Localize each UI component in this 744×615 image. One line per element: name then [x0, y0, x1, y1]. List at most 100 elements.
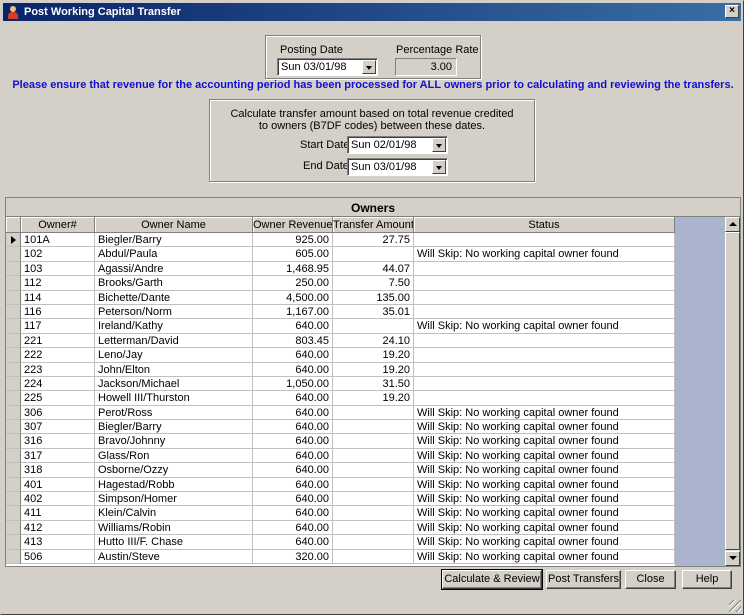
cell-owner-number[interactable]: 116: [21, 304, 95, 320]
close-button[interactable]: Close: [625, 570, 676, 589]
cell-owner-revenue[interactable]: 640.00: [253, 535, 333, 550]
row-selector[interactable]: [6, 463, 21, 478]
table-row[interactable]: 222 Leno/Jay 640.00 19.20: [6, 348, 675, 363]
cell-owner-number[interactable]: 114: [21, 290, 95, 305]
cell-status[interactable]: [414, 376, 675, 392]
cell-owner-revenue[interactable]: 640.00: [253, 362, 333, 377]
cell-owner-number[interactable]: 112: [21, 276, 95, 291]
table-row[interactable]: 306 Perot/Ross 640.00 Will Skip: No working…: [6, 405, 675, 421]
row-selector[interactable]: [6, 448, 21, 464]
row-selector[interactable]: [6, 276, 21, 291]
row-selector[interactable]: [6, 319, 21, 334]
table-row[interactable]: 112 Brooks/Garth 250.00 7.50: [6, 276, 675, 291]
cell-owner-number[interactable]: 412: [21, 520, 95, 536]
cell-owner-revenue[interactable]: 640.00: [253, 506, 333, 521]
cell-owner-name[interactable]: Letterman/David: [95, 333, 253, 349]
cell-owner-number[interactable]: 224: [21, 376, 95, 392]
table-row[interactable]: 101A Biegler/Barry 925.00 27.75: [6, 233, 675, 248]
column-header-owner-revenue[interactable]: Owner Revenue: [253, 217, 333, 233]
cell-status[interactable]: Will Skip: No working capital owner foun…: [414, 247, 675, 262]
cell-transfer-amount[interactable]: [333, 549, 414, 564]
cell-status[interactable]: Will Skip: No working capital owner foun…: [414, 477, 675, 493]
cell-transfer-amount[interactable]: [333, 506, 414, 521]
post-transfers-button[interactable]: Post Transfers: [546, 570, 621, 589]
cell-owner-name[interactable]: Peterson/Norm: [95, 304, 253, 320]
title-bar[interactable]: Post Working Capital Transfer ×: [3, 3, 741, 21]
column-header-status[interactable]: Status: [414, 217, 675, 233]
cell-status[interactable]: Will Skip: No working capital owner foun…: [414, 405, 675, 421]
cell-owner-number[interactable]: 102: [21, 247, 95, 262]
cell-owner-number[interactable]: 411: [21, 506, 95, 521]
cell-owner-name[interactable]: Jackson/Michael: [95, 376, 253, 392]
cell-owner-name[interactable]: Ireland/Kathy: [95, 319, 253, 334]
resize-grip-icon[interactable]: [729, 600, 741, 612]
table-row[interactable]: 402 Simpson/Homer 640.00 Will Skip: No work…: [6, 492, 675, 507]
cell-owner-number[interactable]: 307: [21, 420, 95, 435]
row-selector[interactable]: [6, 304, 21, 320]
cell-owner-name[interactable]: Glass/Ron: [95, 448, 253, 464]
cell-transfer-amount[interactable]: 19.20: [333, 348, 414, 363]
cell-owner-number[interactable]: 222: [21, 348, 95, 363]
posting-date-select[interactable]: Sun 03/01/98: [277, 58, 378, 76]
cell-owner-number[interactable]: 306: [21, 405, 95, 421]
column-header-transfer-amount[interactable]: Transfer Amount: [333, 217, 414, 233]
help-button[interactable]: Help: [682, 570, 732, 589]
cell-transfer-amount[interactable]: 44.07: [333, 261, 414, 277]
cell-owner-name[interactable]: John/Elton: [95, 362, 253, 377]
cell-transfer-amount[interactable]: [333, 463, 414, 478]
row-selector[interactable]: [6, 376, 21, 392]
cell-status[interactable]: Will Skip: No working capital owner foun…: [414, 520, 675, 536]
cell-owner-revenue[interactable]: 640.00: [253, 405, 333, 421]
row-selector[interactable]: [6, 420, 21, 435]
scroll-thumb[interactable]: [725, 232, 740, 550]
table-row[interactable]: 224 Jackson/Michael 1,050.00 31.50: [6, 376, 675, 392]
calculate-review-button[interactable]: Calculate & Review: [441, 569, 543, 590]
cell-owner-number[interactable]: 117: [21, 319, 95, 334]
cell-owner-name[interactable]: Biegler/Barry: [95, 233, 253, 248]
cell-owner-revenue[interactable]: 640.00: [253, 348, 333, 363]
column-header-owner-number[interactable]: Owner#: [21, 217, 95, 233]
cell-owner-name[interactable]: Hagestad/Robb: [95, 477, 253, 493]
table-row[interactable]: 316 Bravo/Johnny 640.00 Will Skip: No worki…: [6, 434, 675, 449]
table-row[interactable]: 221 Letterman/David 803.45 24.10: [6, 333, 675, 349]
cell-status[interactable]: Will Skip: No working capital owner foun…: [414, 448, 675, 464]
table-row[interactable]: 307 Biegler/Barry 640.00 Will Skip: No work…: [6, 420, 675, 435]
row-selector[interactable]: [6, 520, 21, 536]
row-selector[interactable]: [6, 391, 21, 406]
cell-owner-revenue[interactable]: 640.00: [253, 448, 333, 464]
cell-owner-revenue[interactable]: 1,167.00: [253, 304, 333, 320]
cell-owner-number[interactable]: 506: [21, 549, 95, 564]
row-selector[interactable]: [6, 247, 21, 262]
cell-owner-number[interactable]: 316: [21, 434, 95, 449]
cell-owner-number[interactable]: 103: [21, 261, 95, 277]
cell-status[interactable]: [414, 348, 675, 363]
cell-owner-number[interactable]: 401: [21, 477, 95, 493]
row-selector[interactable]: [6, 362, 21, 377]
vertical-scrollbar[interactable]: [725, 217, 740, 566]
table-row[interactable]: 103 Agassi/Andre 1,468.95 44.07: [6, 261, 675, 277]
cell-owner-revenue[interactable]: 640.00: [253, 391, 333, 406]
cell-status[interactable]: Will Skip: No working capital owner foun…: [414, 463, 675, 478]
cell-owner-name[interactable]: Hutto III/F. Chase: [95, 535, 253, 550]
cell-transfer-amount[interactable]: [333, 477, 414, 493]
cell-transfer-amount[interactable]: 24.10: [333, 333, 414, 349]
chevron-down-icon[interactable]: [362, 60, 376, 74]
cell-owner-revenue[interactable]: 803.45: [253, 333, 333, 349]
table-row[interactable]: 225 Howell III/Thurston 640.00 19.20: [6, 391, 675, 406]
cell-status[interactable]: Will Skip: No working capital owner foun…: [414, 434, 675, 449]
end-date-select[interactable]: Sun 03/01/98: [347, 158, 448, 176]
column-header-owner-name[interactable]: Owner Name: [95, 217, 253, 233]
cell-owner-number[interactable]: 101A: [21, 233, 95, 248]
cell-status[interactable]: Will Skip: No working capital owner foun…: [414, 506, 675, 521]
cell-status[interactable]: [414, 362, 675, 377]
cell-status[interactable]: [414, 290, 675, 305]
cell-owner-revenue[interactable]: 640.00: [253, 477, 333, 493]
table-row[interactable]: 116 Peterson/Norm 1,167.00 35.01: [6, 304, 675, 320]
table-row[interactable]: 117 Ireland/Kathy 640.00 Will Skip: No work…: [6, 319, 675, 334]
cell-owner-number[interactable]: 317: [21, 448, 95, 464]
table-row[interactable]: 223 John/Elton 640.00 19.20: [6, 362, 675, 377]
cell-status[interactable]: [414, 333, 675, 349]
cell-owner-revenue[interactable]: 640.00: [253, 420, 333, 435]
table-row[interactable]: 506 Austin/Steve 320.00 Will Skip: No worki…: [6, 549, 675, 564]
chevron-down-icon[interactable]: [432, 138, 446, 152]
